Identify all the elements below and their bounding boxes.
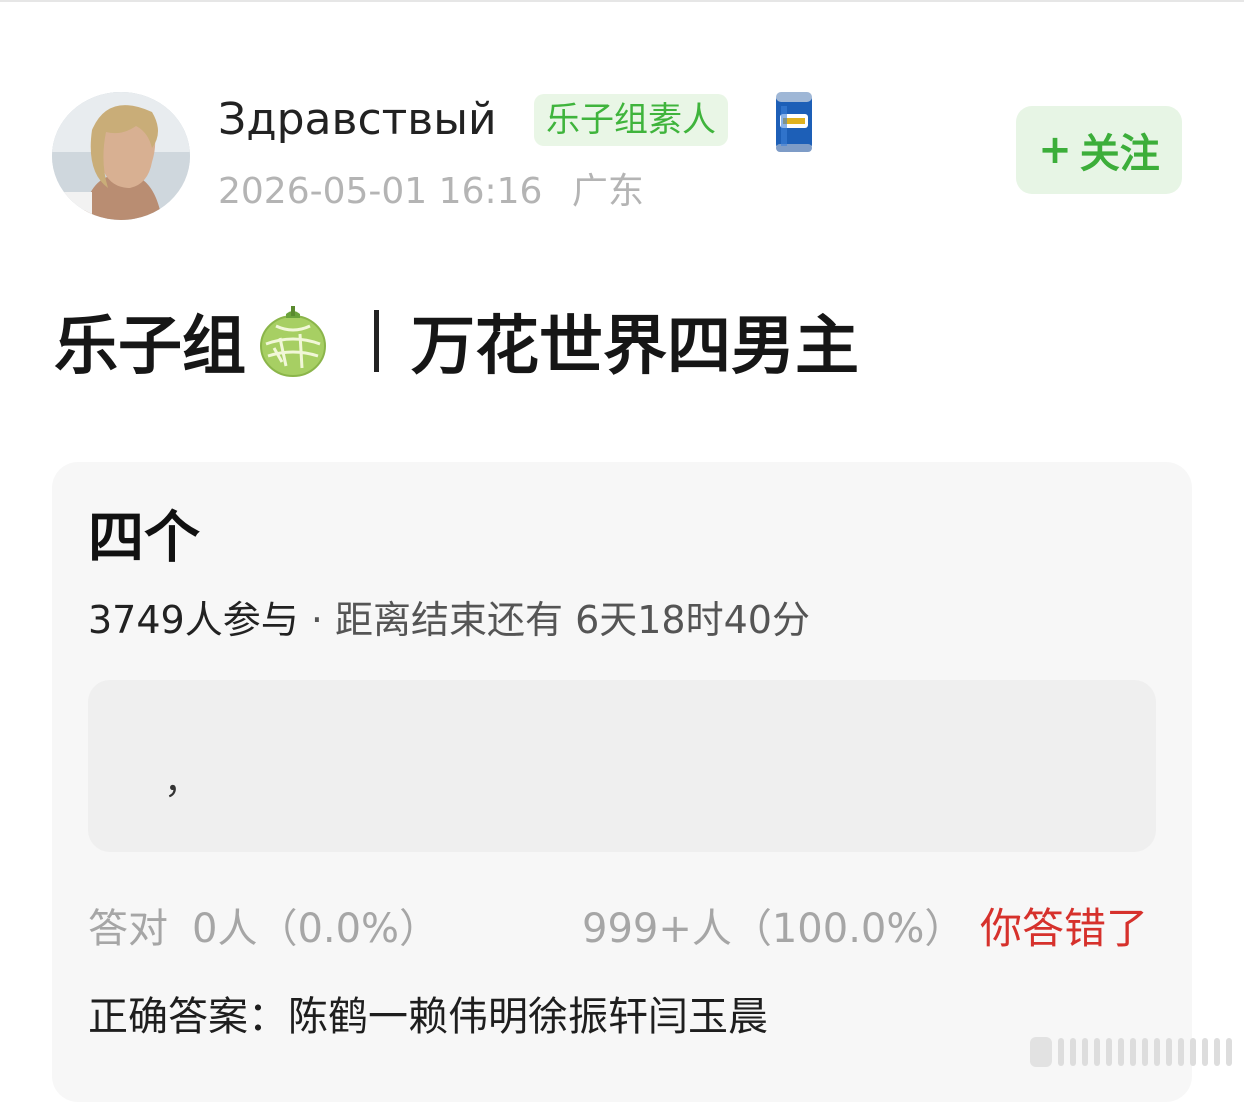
indicator-dot [1082,1038,1088,1066]
plus-icon: + [1038,127,1072,173]
quiz-participation: 3749人参与 · 距离结束还有 6天18时40分 [88,594,810,646]
follow-button[interactable]: + 关注 [1016,106,1182,194]
author-badge: 乐子组素人 [534,94,728,146]
indicator-dot [1142,1038,1148,1066]
indicator-dot [1226,1038,1232,1066]
wrong-stat-value: 999+人（100.0%） [582,906,965,952]
answer-input-value: ， [164,761,201,802]
indicator-dot [1190,1038,1196,1066]
participant-count: 3749人参与 [88,598,299,642]
correct-answer-label: 正确答案： [88,994,288,1040]
title-topic: 万花世界四男主 [411,310,859,384]
correct-answer-value: 陈鹤一赖伟明徐振轩闫玉晨 [288,994,768,1040]
indicator-dot [1178,1038,1184,1066]
image-strip-indicator [1030,1034,1234,1070]
post-title: 乐子组 万花世界四男主 [54,296,859,386]
correct-answer: 正确答案：陈鹤一赖伟明徐振轩闫玉晨 [88,990,768,1044]
title-group: 乐子组 [54,310,246,384]
top-divider [0,0,1244,2]
correct-stat-label: 答对 [88,906,168,952]
post-location: 广东 [571,171,644,212]
follow-label: 关注 [1079,131,1160,177]
indicator-dot [1166,1038,1172,1066]
author-name[interactable]: Здравствый [218,92,497,148]
indicator-dot [1154,1038,1160,1066]
result-label: 你答错了 [980,904,1149,953]
melon-icon [256,304,330,378]
beer-can-icon [772,86,816,156]
time-remaining: 距离结束还有 6天18时40分 [335,598,810,642]
post-time: 2026-05-01 16:16 [218,171,543,212]
indicator-dot [1214,1038,1220,1066]
participation-separator: · [310,598,323,642]
quiz-question: 四个 [88,506,200,571]
indicator-dot [1130,1038,1136,1066]
indicator-dot [1094,1038,1100,1066]
indicator-dot [1058,1038,1064,1066]
indicator-thumb [1030,1037,1052,1067]
indicator-dot [1070,1038,1076,1066]
indicator-dot [1106,1038,1112,1066]
correct-stat-value: 0人（0.0%） [192,906,440,952]
correct-stat: 答对 0人（0.0%） [88,902,439,956]
answer-input[interactable]: ， [88,680,1156,852]
post-meta: 2026-05-01 16:16 广东 [218,168,644,216]
author-avatar[interactable] [52,92,190,220]
title-separator [374,310,379,372]
indicator-dot [1202,1038,1208,1066]
indicator-dot [1118,1038,1124,1066]
